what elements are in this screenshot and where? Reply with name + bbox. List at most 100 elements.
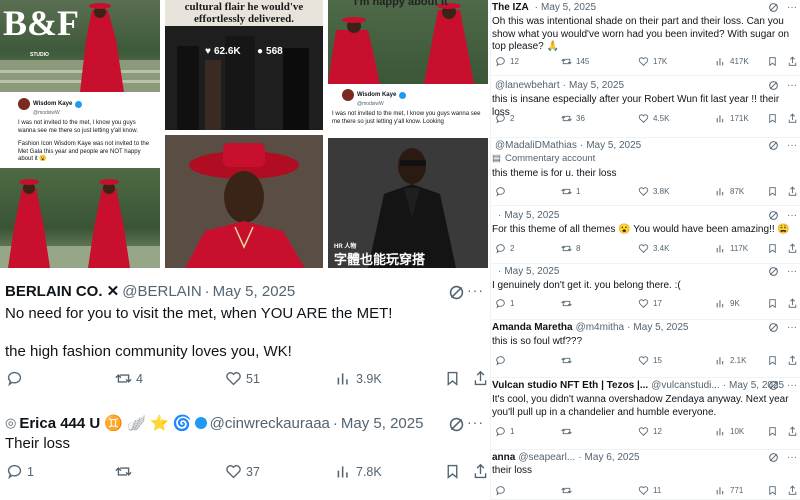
retweet-button[interactable]: 36	[561, 113, 585, 124]
bookmark-button[interactable]	[767, 485, 778, 496]
grok-icon[interactable]	[768, 140, 779, 151]
display-name[interactable]: Vulcan studio NFT Eth | Tezos |...	[492, 380, 648, 391]
reply-tweet[interactable]: @lanewbehart · May 5, 2025 ··· this is insan…	[491, 80, 800, 138]
handle[interactable]: @vulcanstudi...	[651, 380, 720, 391]
handle[interactable]: @seapearl...	[518, 452, 575, 463]
share-button[interactable]	[787, 426, 798, 437]
reply-tweet[interactable]: · May 5, 2025 ··· I genuinely don't get it.…	[491, 266, 800, 320]
timestamp[interactable]: May 5, 2025	[504, 210, 559, 221]
reply-tweet[interactable]: Vulcan studio NFT Eth | Tezos |... @vulca…	[491, 380, 800, 450]
grok-icon[interactable]	[448, 416, 465, 433]
grok-icon[interactable]	[768, 210, 779, 221]
like-button[interactable]: 3.8K	[638, 186, 669, 197]
views-button[interactable]: 417K	[715, 56, 749, 67]
timestamp[interactable]: May 5, 2025	[213, 283, 296, 300]
more-options-icon[interactable]: ···	[787, 266, 797, 277]
timestamp[interactable]: May 5, 2025	[633, 322, 688, 333]
more-options-icon[interactable]: ···	[787, 380, 797, 391]
reply-button[interactable]: 2	[495, 113, 514, 124]
like-button[interactable]: 15	[638, 355, 662, 366]
handle[interactable]: @lanewbehart	[495, 80, 560, 91]
views-button[interactable]: 771	[715, 485, 743, 496]
more-options-icon[interactable]: ···	[467, 282, 484, 298]
share-button[interactable]	[787, 243, 798, 254]
like-button[interactable]: 17	[638, 298, 662, 309]
retweet-button[interactable]	[561, 355, 576, 366]
like-button[interactable]: 3.4K	[638, 243, 669, 254]
retweet-button[interactable]: 4	[115, 370, 143, 387]
reply-button[interactable]: 1	[6, 463, 34, 480]
collage-image-headline-post[interactable]: cultural flair he would've effortlessly …	[165, 0, 323, 130]
bookmark-button[interactable]	[767, 298, 778, 309]
tweet-berlain[interactable]: BERLAIN CO. ✕ @BERLAIN · May 5, 2025 ···…	[0, 282, 490, 394]
share-button[interactable]	[787, 56, 798, 67]
views-button[interactable]: 7.8K	[335, 463, 382, 480]
share-button[interactable]	[472, 463, 489, 480]
display-name[interactable]: The IZA	[492, 2, 529, 13]
timestamp[interactable]: May 5, 2025	[541, 2, 596, 13]
views-button[interactable]: 2.1K	[715, 355, 746, 366]
grok-icon[interactable]	[768, 2, 779, 13]
bookmark-button[interactable]	[767, 113, 778, 124]
grok-icon[interactable]	[768, 80, 779, 91]
views-button[interactable]: 117K	[715, 243, 748, 254]
grok-icon[interactable]	[768, 266, 779, 277]
reply-tweet[interactable]: Amanda Maretha @m4mitha · May 5, 2025 ··· thi…	[491, 322, 800, 378]
like-button[interactable]: 37	[225, 463, 260, 480]
collage-image-bf-post[interactable]: B&F STUDIO Wisdom Kaye @modsiwW I was no…	[0, 0, 160, 268]
timestamp[interactable]: May 5, 2025	[586, 140, 641, 151]
retweet-button[interactable]	[561, 485, 576, 496]
share-button[interactable]	[787, 186, 798, 197]
more-options-icon[interactable]: ···	[787, 2, 797, 13]
bookmark-button[interactable]	[444, 463, 461, 480]
tweet-erica[interactable]: ◎ Erica 444 U ♊ 🪽 ⭐ 🌀 @cinwreckauraaa · …	[0, 414, 490, 500]
retweet-button[interactable]: 1	[561, 186, 580, 197]
reply-button[interactable]	[6, 370, 27, 387]
grok-icon[interactable]	[768, 380, 779, 391]
reply-button[interactable]: 2	[495, 243, 514, 254]
display-name[interactable]: BERLAIN CO. ✕	[5, 282, 119, 300]
bookmark-button[interactable]	[767, 243, 778, 254]
more-options-icon[interactable]: ···	[787, 140, 797, 151]
more-options-icon[interactable]: ···	[787, 452, 797, 463]
collage-image-repost[interactable]: I'm happy about it Wisdom Kaye @modsiwW …	[328, 0, 488, 135]
more-options-icon[interactable]: ···	[787, 80, 797, 91]
views-button[interactable]: 3.9K	[335, 370, 382, 387]
retweet-button[interactable]	[115, 463, 136, 480]
retweet-button[interactable]: 8	[561, 243, 580, 254]
like-button[interactable]: 4.5K	[638, 113, 669, 124]
bookmark-button[interactable]	[767, 56, 778, 67]
reply-tweet[interactable]: · May 5, 2025 ··· For this theme of all the…	[491, 210, 800, 264]
collage-image-red-hat-portrait[interactable]	[165, 135, 323, 268]
reply-button[interactable]	[495, 485, 510, 496]
share-button[interactable]	[787, 113, 798, 124]
more-options-icon[interactable]: ···	[787, 210, 797, 221]
timestamp[interactable]: May 6, 2025	[585, 452, 640, 463]
like-button[interactable]: 51	[225, 370, 260, 387]
more-options-icon[interactable]: ···	[467, 414, 484, 430]
reply-button[interactable]: 1	[495, 298, 514, 309]
timestamp[interactable]: May 5, 2025	[341, 415, 424, 432]
reply-tweet[interactable]: anna @seapearl... · May 6, 2025 ··· their los…	[491, 452, 800, 500]
display-name[interactable]: anna	[492, 452, 515, 463]
share-button[interactable]	[787, 355, 798, 366]
display-name[interactable]: Erica 444 U ♊ 🪽 ⭐ 🌀	[19, 414, 191, 432]
retweet-button[interactable]	[561, 298, 576, 309]
timestamp[interactable]: May 5, 2025	[504, 266, 559, 277]
views-button[interactable]: 10K	[715, 426, 744, 437]
bookmark-button[interactable]	[444, 370, 461, 387]
views-button[interactable]: 9K	[715, 298, 740, 309]
reply-tweet[interactable]: @MadaliDMathias · May 5, 2025 ··· ▤ Commentar…	[491, 140, 800, 206]
views-button[interactable]: 171K	[715, 113, 749, 124]
reply-button[interactable]	[495, 186, 510, 197]
display-name[interactable]: Amanda Maretha	[492, 322, 573, 333]
retweet-button[interactable]: 145	[561, 56, 589, 67]
bookmark-button[interactable]	[767, 355, 778, 366]
bookmark-button[interactable]	[767, 426, 778, 437]
reply-button[interactable]	[495, 355, 510, 366]
retweet-button[interactable]	[561, 426, 576, 437]
like-button[interactable]: 11	[638, 485, 661, 496]
reply-button[interactable]: 12	[495, 56, 519, 67]
grok-icon[interactable]	[768, 322, 779, 333]
more-options-icon[interactable]: ···	[787, 322, 797, 333]
